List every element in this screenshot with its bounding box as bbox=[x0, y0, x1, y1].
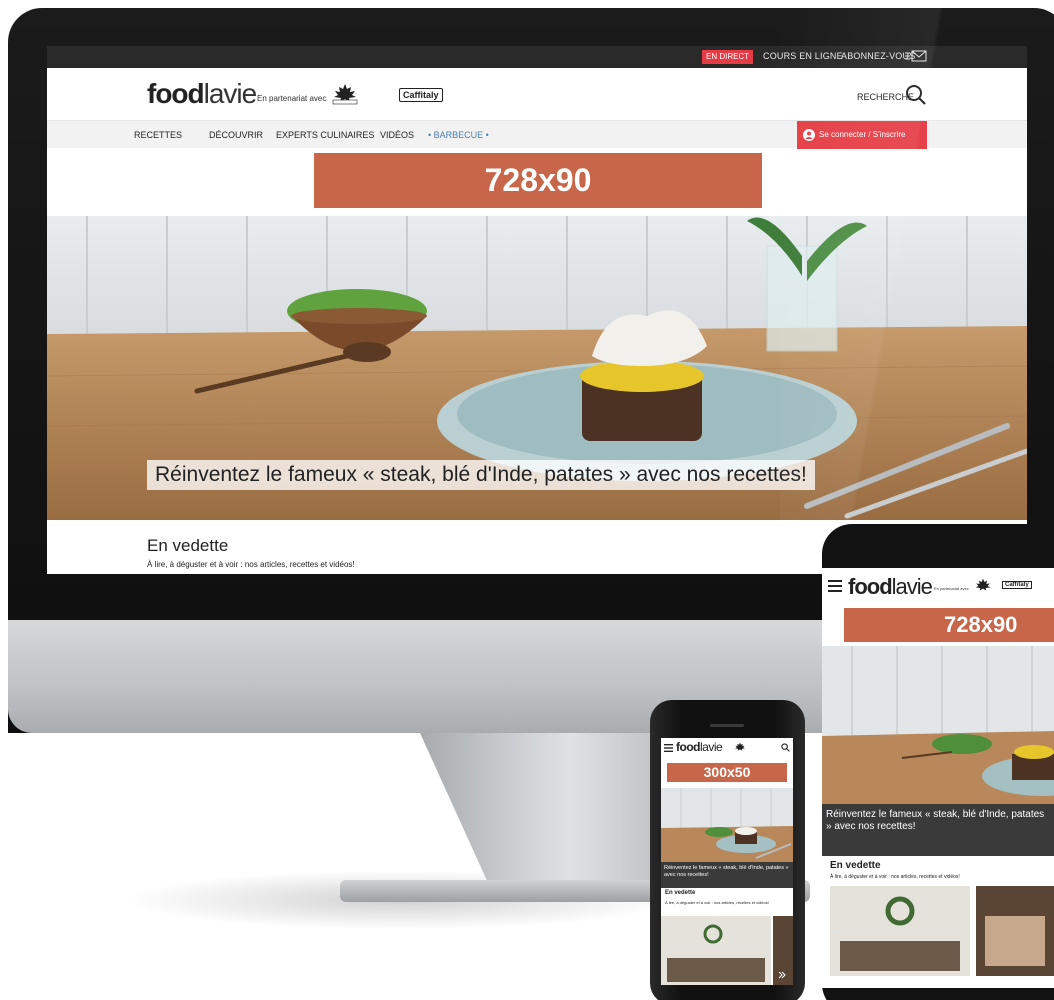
phone-ad-banner[interactable]: 300x50 bbox=[667, 763, 787, 782]
hero-caption[interactable]: Réinventez le fameux « steak, blé d'Inde… bbox=[147, 460, 815, 490]
live-badge[interactable]: EN DIRECT bbox=[702, 50, 754, 64]
tablet-logo[interactable]: foodlavie bbox=[848, 574, 933, 600]
menu-icon[interactable] bbox=[664, 744, 673, 752]
site-header: foodlavie En partenariat avec Caffitaly … bbox=[47, 68, 1027, 120]
phone-featured-thumbnails[interactable] bbox=[661, 916, 793, 985]
user-icon bbox=[803, 129, 815, 141]
tablet-featured-subtitle: À lire, à déguster et à voir : nos artic… bbox=[830, 874, 960, 880]
featured-subtitle: À lire, à déguster et à voir : nos artic… bbox=[147, 560, 355, 569]
phone-featured-subtitle: À lire, à déguster et à voir : nos artic… bbox=[665, 900, 769, 905]
login-label: Se connecter / S'inscrire bbox=[819, 130, 906, 139]
phone-screen: foodlavie 300x50 Réinventez le fameux « … bbox=[661, 738, 793, 985]
nav-item-experts[interactable]: EXPERTS CULINAIRES bbox=[276, 130, 374, 140]
phone-logo[interactable]: foodlavie bbox=[676, 740, 723, 754]
main-nav: RECETTES DÉCOUVRIR EXPERTS CULINAIRES VI… bbox=[47, 120, 1027, 149]
tablet-hero-caption[interactable]: Réinventez le fameux « steak, blé d'Inde… bbox=[822, 804, 1054, 856]
top-utility-bar: EN DIRECT COURS EN LIGNE ABONNEZ-VOUS bbox=[47, 46, 1027, 68]
courses-link[interactable]: COURS EN LIGNE bbox=[763, 51, 843, 61]
logo-light: lavie bbox=[203, 78, 258, 109]
menu-icon[interactable] bbox=[828, 580, 842, 592]
tablet-hero-image[interactable] bbox=[822, 646, 1054, 806]
tablet-ad-banner[interactable]: 728x90 bbox=[844, 608, 1054, 642]
tablet-screen: foodlavie En partenariat avec Caffitaly … bbox=[822, 568, 1054, 988]
tablet-logo-light: lavie bbox=[891, 574, 933, 599]
phone-hero-caption[interactable]: Réinventez le fameux « steak, blé d'Inde… bbox=[661, 862, 793, 888]
device-mockup-stage: EN DIRECT COURS EN LIGNE ABONNEZ-VOUS fo… bbox=[0, 0, 1054, 1000]
ad-banner-728x90[interactable]: 728x90 bbox=[314, 153, 762, 208]
login-button[interactable]: Se connecter / S'inscrire bbox=[797, 121, 927, 149]
nav-item-barbecue[interactable]: • BARBECUE • bbox=[428, 130, 489, 140]
hero-image[interactable]: Réinventez le fameux « steak, blé d'Inde… bbox=[47, 216, 1027, 520]
phone-featured-title: En vedette bbox=[665, 890, 696, 896]
search-icon[interactable] bbox=[905, 84, 927, 106]
featured-title: En vedette bbox=[147, 536, 229, 555]
tablet-featured-title: En vedette bbox=[830, 860, 881, 871]
tablet-logo-bold: food bbox=[848, 574, 893, 599]
phone-speaker bbox=[710, 724, 744, 727]
maple-leaf-icon bbox=[734, 742, 746, 751]
maple-leaf-icon bbox=[332, 84, 358, 105]
mail-icon[interactable] bbox=[905, 50, 927, 62]
nav-item-videos[interactable]: VIDÉOS bbox=[380, 130, 414, 140]
maple-leaf-icon bbox=[975, 578, 991, 591]
tablet-partner-text: En partenariat avec bbox=[934, 586, 969, 591]
phone-hero-image[interactable] bbox=[661, 788, 793, 862]
tablet-featured-thumbnails[interactable] bbox=[830, 886, 1054, 976]
nav-item-recettes[interactable]: RECETTES bbox=[134, 130, 182, 140]
nav-item-decouvrir[interactable]: DÉCOUVRIR bbox=[209, 130, 263, 140]
partner-text: En partenariat avec bbox=[257, 94, 327, 103]
site-logo[interactable]: foodlavie bbox=[147, 78, 258, 110]
tablet-partner-brand: Caffitaly bbox=[1002, 581, 1032, 589]
desktop-screen: EN DIRECT COURS EN LIGNE ABONNEZ-VOUS fo… bbox=[47, 46, 1027, 574]
logo-bold: food bbox=[147, 78, 205, 109]
phone-logo-light: lavie bbox=[700, 740, 723, 754]
search-icon[interactable] bbox=[781, 743, 790, 752]
partner-brand: Caffitaly bbox=[399, 88, 443, 102]
phone-logo-bold: food bbox=[676, 740, 701, 754]
